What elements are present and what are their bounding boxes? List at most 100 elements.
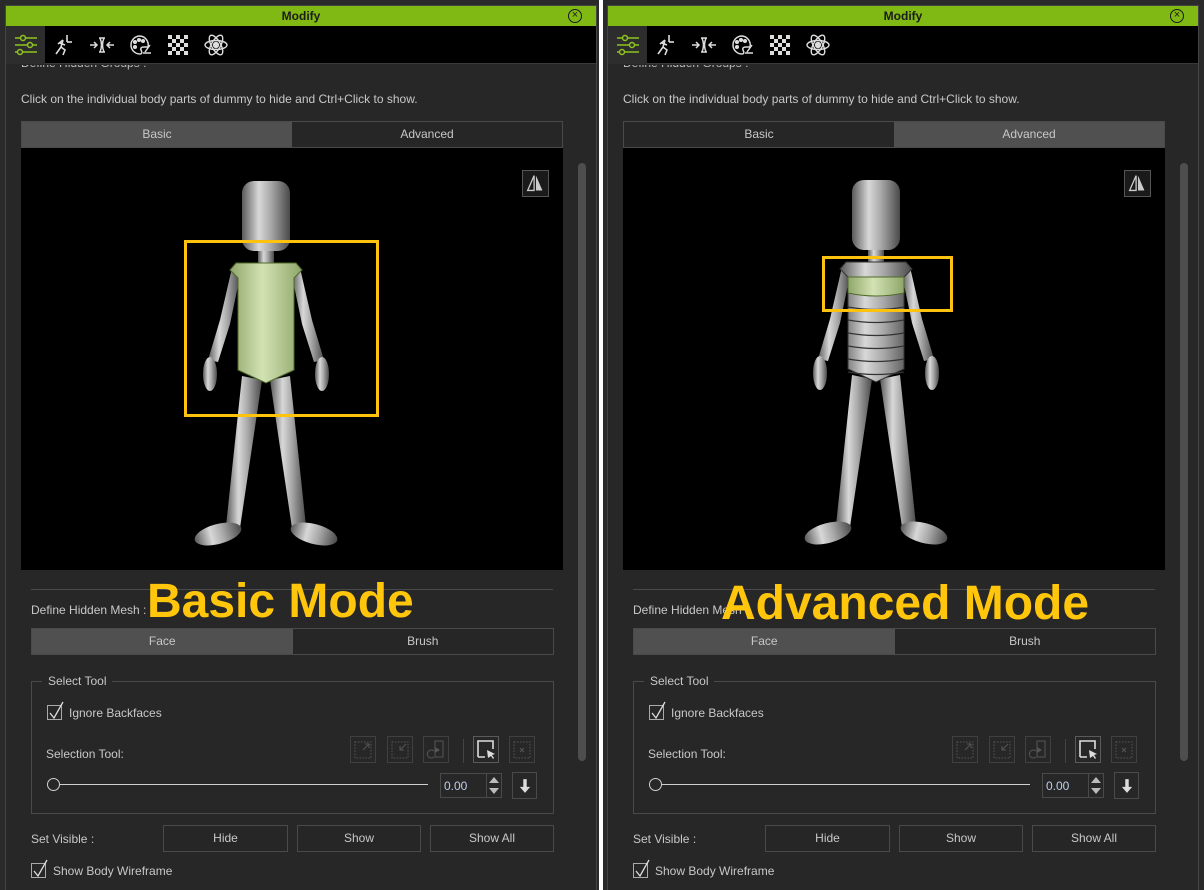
dummy-head[interactable] <box>852 180 900 250</box>
hide-button[interactable]: Hide <box>163 825 288 852</box>
mirror-button[interactable] <box>1124 170 1151 197</box>
dummy-right-hand[interactable] <box>925 356 939 390</box>
checkmark-icon <box>49 701 64 720</box>
spin-down-icon[interactable] <box>1091 788 1101 794</box>
ignore-backfaces-label: Ignore Backfaces <box>69 706 162 720</box>
mode-overlay-label: Advanced Mode <box>721 577 1090 630</box>
spin-up-icon[interactable] <box>1091 777 1101 783</box>
loop-selection-button[interactable] <box>423 736 449 763</box>
show-button[interactable]: Show <box>899 825 1023 852</box>
modify-panel-right: Modify × Define Hidden Groups : <box>607 5 1199 890</box>
deselect-button[interactable] <box>509 736 535 763</box>
selection-value[interactable]: 0.00 <box>444 779 467 793</box>
selection-slider-track[interactable] <box>58 784 428 785</box>
spin-up-icon[interactable] <box>489 777 499 783</box>
highlight-box <box>822 256 953 312</box>
tab-basic[interactable]: Basic <box>624 122 894 147</box>
sliders-icon <box>14 34 37 56</box>
spin-down-icon[interactable] <box>489 788 499 794</box>
ignore-backfaces-checkbox[interactable] <box>649 701 666 720</box>
tab-brush[interactable]: Brush <box>894 629 1155 654</box>
deselect-icon <box>513 741 531 759</box>
loop-selection-icon <box>426 740 444 759</box>
select-button[interactable] <box>473 736 499 763</box>
tab-texture[interactable] <box>761 26 799 64</box>
close-icon[interactable]: × <box>1170 9 1184 23</box>
tab-basic[interactable]: Basic <box>22 122 292 147</box>
tab-advanced[interactable]: Advanced <box>292 122 562 147</box>
tab-material[interactable] <box>723 26 761 64</box>
panel-separator <box>599 0 603 890</box>
deselect-button[interactable] <box>1111 736 1137 763</box>
tab-morph[interactable] <box>685 26 723 64</box>
tab-texture[interactable] <box>159 26 197 64</box>
arrow-down-icon <box>519 778 530 793</box>
palette-icon <box>732 35 753 55</box>
panel-title: Modify <box>281 9 321 23</box>
select-tool-title: Select Tool <box>42 674 113 688</box>
show-body-wireframe-checkbox[interactable] <box>31 859 48 878</box>
close-icon[interactable]: × <box>568 9 582 23</box>
mirror-icon <box>526 175 543 192</box>
spin-arrows <box>1088 774 1103 797</box>
grow-selection-icon <box>956 741 974 759</box>
shrink-selection-button[interactable] <box>989 736 1015 763</box>
tab-physics[interactable] <box>799 26 837 64</box>
select-button[interactable] <box>1075 736 1101 763</box>
tab-morph[interactable] <box>83 26 121 64</box>
instruction-text: Click on the individual body parts of du… <box>21 92 418 106</box>
show-all-button[interactable]: Show All <box>1032 825 1156 852</box>
loop-selection-icon <box>1028 740 1046 759</box>
grow-selection-button[interactable] <box>952 736 978 763</box>
mesh-tabs: Face Brush <box>31 628 554 655</box>
ignore-backfaces-label: Ignore Backfaces <box>671 706 764 720</box>
tab-motion[interactable] <box>647 26 685 64</box>
dummy-left-hand[interactable] <box>813 356 827 390</box>
dummy-right-leg[interactable] <box>880 375 916 527</box>
selection-value-spinbox[interactable]: 0.00 <box>440 773 502 798</box>
checker-icon <box>168 35 188 55</box>
mirror-button[interactable] <box>522 170 549 197</box>
tab-material[interactable] <box>121 26 159 64</box>
show-button[interactable]: Show <box>297 825 421 852</box>
selection-slider-track[interactable] <box>660 784 1030 785</box>
dummy-left-leg[interactable] <box>836 375 872 527</box>
dummy-figure[interactable] <box>623 148 1165 570</box>
selection-value-spinbox[interactable]: 0.00 <box>1042 773 1104 798</box>
grow-selection-button[interactable] <box>350 736 376 763</box>
shrink-selection-button[interactable] <box>387 736 413 763</box>
select-tool-group: Select Tool Ignore Backfaces Selection T… <box>633 674 1156 814</box>
selection-slider-knob[interactable] <box>47 778 60 791</box>
dummy-viewport[interactable] <box>623 148 1165 570</box>
apply-down-button[interactable] <box>512 772 537 799</box>
ignore-backfaces-checkbox[interactable] <box>47 701 64 720</box>
sliders-icon <box>616 34 639 56</box>
define-hidden-mesh-label: Define Hidden Mesh : <box>31 603 147 617</box>
select-tool-group: Select Tool Ignore Backfaces Selection T… <box>31 674 554 814</box>
tab-brush[interactable]: Brush <box>292 629 553 654</box>
scrollbar-thumb[interactable] <box>578 163 586 761</box>
tab-attribute[interactable] <box>6 26 45 64</box>
loop-selection-button[interactable] <box>1025 736 1051 763</box>
modify-panel-left: Modify × Define Hidden Groups : <box>5 5 597 890</box>
show-body-wireframe-checkbox[interactable] <box>633 859 650 878</box>
selection-slider-knob[interactable] <box>649 778 662 791</box>
show-all-button[interactable]: Show All <box>430 825 554 852</box>
selection-value[interactable]: 0.00 <box>1046 779 1069 793</box>
title-bar: Modify × <box>6 6 596 26</box>
set-visible-label: Set Visible : <box>633 832 697 846</box>
shrink-selection-icon <box>993 741 1011 759</box>
tab-physics[interactable] <box>197 26 235 64</box>
tab-attribute[interactable] <box>608 26 647 64</box>
hide-button[interactable]: Hide <box>765 825 890 852</box>
scrollbar[interactable] <box>1180 163 1188 761</box>
scrollbar-thumb[interactable] <box>1180 163 1188 761</box>
tab-face[interactable]: Face <box>32 629 293 654</box>
scrollbar[interactable] <box>578 163 586 761</box>
tab-motion[interactable] <box>45 26 83 64</box>
running-figure-icon <box>55 35 72 56</box>
tab-advanced[interactable]: Advanced <box>894 122 1164 147</box>
checkmark-icon <box>33 859 48 878</box>
tab-face[interactable]: Face <box>634 629 895 654</box>
apply-down-button[interactable] <box>1114 772 1139 799</box>
